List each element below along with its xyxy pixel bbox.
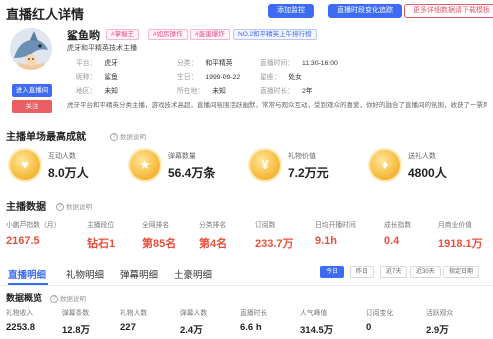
range-custom-date-button[interactable]: 指定日期 (443, 266, 480, 278)
add-tracking-button[interactable]: 添加监控 (268, 4, 314, 18)
metric-growth-index: 成长指数 0.4 (384, 222, 412, 247)
avatar (10, 28, 52, 70)
highlights-title: 主播单场最高成就 (6, 132, 86, 143)
info-location: 所在地： 未知 (177, 88, 226, 95)
overview-live-duration: 直播时长 6.6 h (240, 310, 268, 333)
info-zodiac: 星座： 处女 (260, 74, 302, 81)
metric-index: 小鹏芦指数（月） 2167.5 (6, 222, 61, 247)
download-template-button[interactable]: 更多详细数据请下载模板 (404, 4, 493, 18)
tab-tycoon-detail[interactable]: 土豪明细 (174, 267, 212, 281)
overview-active-viewers: 活跃观众 2.9万 (426, 310, 454, 336)
info-live-time: 直播时间： 11:30-16:00 (260, 60, 338, 67)
streamer-nickname: 鲨鱼哟 (67, 30, 100, 42)
follow-button[interactable]: 关注 (12, 100, 52, 113)
anchor-data-title: 主播数据 (6, 202, 46, 213)
profile-tag[interactable]: #蛋蛋爆炸 (190, 29, 230, 40)
range-yesterday-button[interactable]: 昨日 (350, 266, 375, 278)
info-region: 地区： 未知 (76, 88, 118, 95)
overview-peak-popularity: 人气峰值 314.5万 (300, 310, 334, 336)
metric-subscriptions: 订阅数 233.7万 (255, 222, 294, 250)
stat-value: 7.2万元 (288, 166, 329, 180)
info-birthday: 生日： 1999-09-22 (177, 74, 241, 81)
rank-tag[interactable]: NO.2和平精英上午排行榜 (233, 29, 317, 40)
range-today-button[interactable]: 今日 (320, 266, 345, 278)
anchor-data-note[interactable]: ? 数据说明 (56, 201, 92, 212)
info-category: 分类： 和平精英 (177, 60, 233, 67)
highlights-note[interactable]: ? 数据说明 (110, 131, 146, 142)
stat-label: 礼物价值 (288, 153, 316, 160)
help-icon: ? (110, 133, 118, 142)
info-live-duration: 直播时长： 2年 (260, 88, 313, 95)
metric-global-rank: 全网排名 第85名 (142, 222, 177, 250)
help-icon: ? (56, 203, 64, 212)
star-coin-icon: ★ (130, 150, 160, 180)
streamer-subtitle: 虎牙和平精英技术主播 (67, 45, 137, 52)
overview-danmu-count: 弹幕条数 12.8万 (62, 310, 90, 336)
stat-label: 弹幕数量 (168, 153, 196, 160)
help-icon: ? (50, 295, 58, 304)
profile-tag[interactable]: #掌握王 (106, 29, 140, 40)
metric-daily-live-time: 日均开播时间 9.1h (315, 222, 356, 247)
diamond-coin-icon: ♦ (370, 150, 400, 180)
overview-note[interactable]: ? 数据说明 (50, 293, 86, 304)
range-30days-button[interactable]: 近30天 (410, 266, 441, 278)
overview-gift-income: 礼物收入 2253.8 (6, 310, 36, 333)
metric-commercial-value: 月商业价值 1918.1万 (438, 222, 483, 250)
heart-coin-icon: ♥ (10, 150, 40, 180)
enter-live-room-button[interactable]: 进入直播间 (12, 84, 52, 97)
shark-avatar-icon (10, 28, 52, 70)
overview-danmu-users: 弹幕人数 2.4万 (180, 310, 208, 336)
stat-label: 送礼人数 (408, 153, 436, 160)
overview-gift-users: 礼物人数 227 (120, 310, 148, 333)
overview-subscription-change: 订阅变化 0 (366, 310, 394, 333)
tab-danmu-detail[interactable]: 弹幕明细 (120, 267, 158, 281)
page-header: 直播红人详情 添加监控 直播时段变化追踪 更多详细数据请下载模板 (0, 0, 493, 22)
stat-value: 8.0万人 (48, 166, 89, 180)
stat-label: 互动人数 (48, 153, 76, 160)
overview-title: 数据概览 (6, 293, 43, 303)
tab-live-detail[interactable]: 直播明细 (8, 267, 46, 281)
metric-category-rank: 分类排名 第4名 (199, 222, 228, 250)
streamer-description: 虎牙平台和平精英分类主播，游戏技术高超，直播间氛围活跃幽默，常常与观众互动，受到… (67, 102, 487, 109)
stat-value: 4800人 (408, 166, 447, 180)
range-7days-button[interactable]: 近7天 (380, 266, 408, 278)
tab-divider (0, 285, 493, 286)
stat-value: 56.4万条 (168, 166, 216, 180)
yuan-coin-icon: ¥ (250, 150, 280, 180)
tab-gift-detail[interactable]: 礼物明细 (66, 267, 104, 281)
profile-tag[interactable]: #如厉操作 (148, 29, 188, 40)
hourly-tracking-button[interactable]: 直播时段变化追踪 (328, 4, 402, 18)
metric-rank-tier: 主播段位 钻石1 (87, 222, 116, 250)
page-title: 直播红人详情 (6, 7, 85, 22)
info-platform: 平台： 虎牙 (76, 60, 118, 67)
info-nickname: 昵称： 鲨鱼 (76, 74, 118, 81)
